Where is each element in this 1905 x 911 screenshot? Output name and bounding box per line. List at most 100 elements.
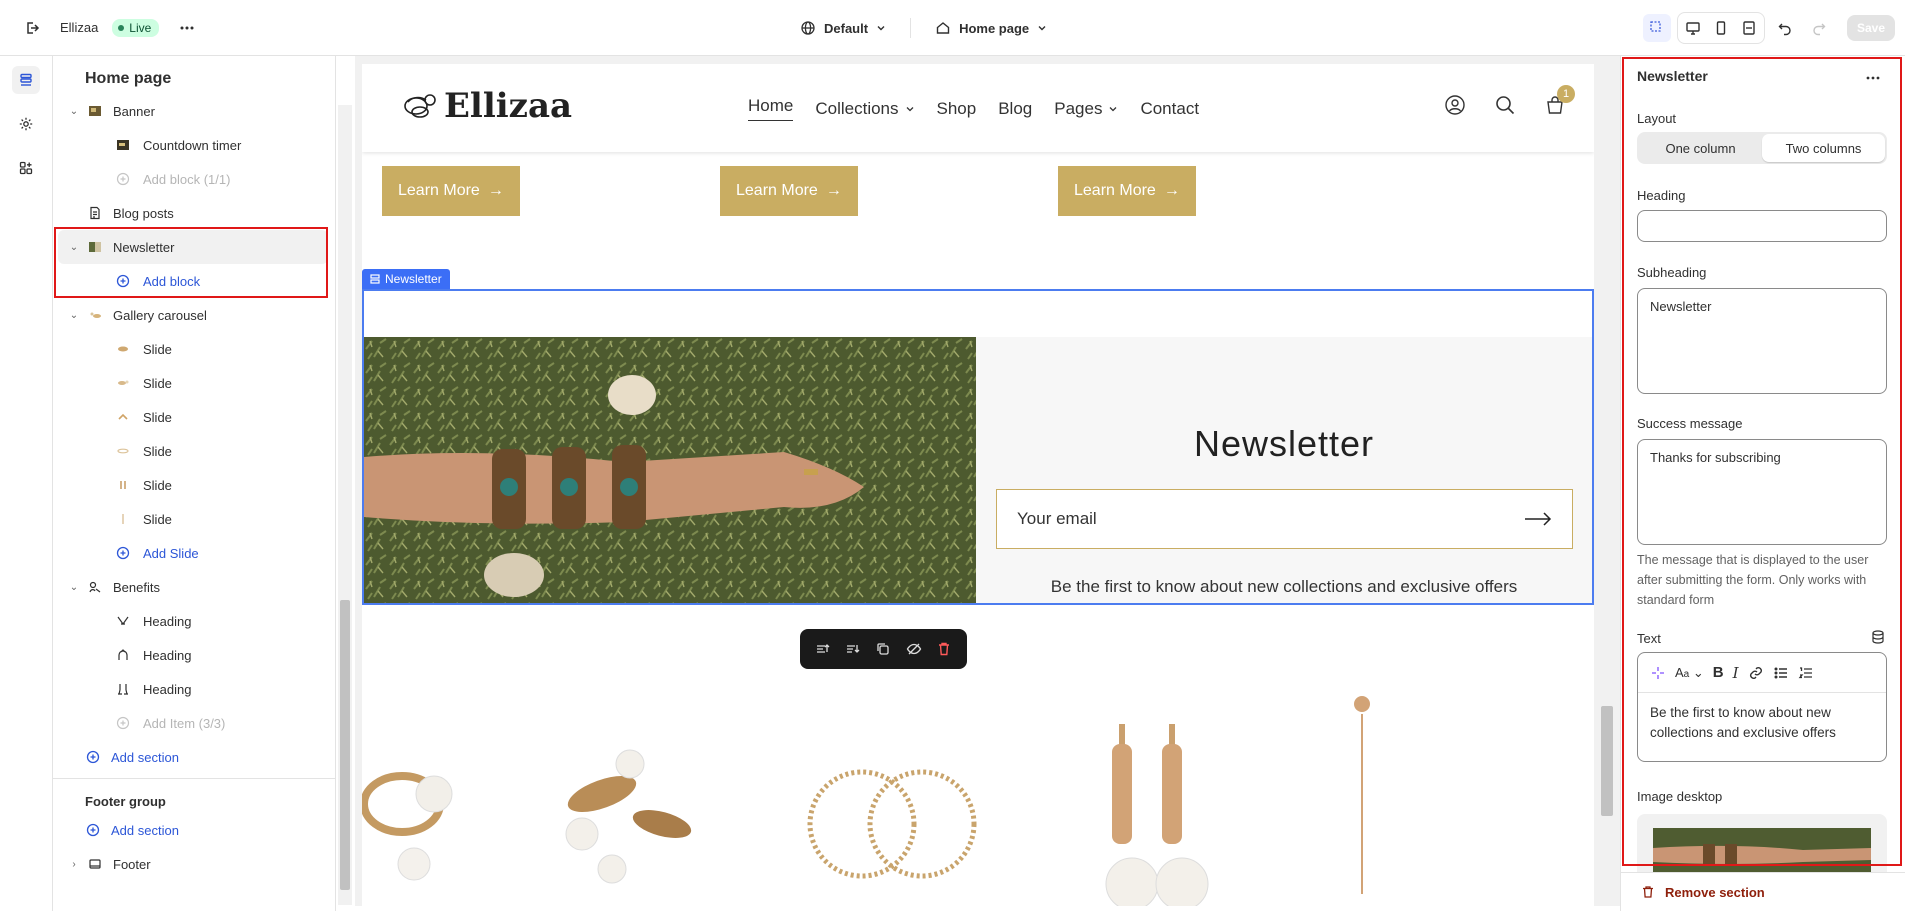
image-desktop-preview[interactable] bbox=[1637, 814, 1887, 874]
text-editor-content[interactable]: Be the first to know about new collectio… bbox=[1638, 693, 1886, 753]
ai-sparkle-icon[interactable] bbox=[1650, 665, 1666, 681]
chevron-right-icon[interactable]: › bbox=[67, 859, 81, 870]
sidebar-item-countdown-timer[interactable]: Countdown timer bbox=[53, 128, 335, 162]
footer-icon bbox=[87, 856, 103, 872]
account-icon[interactable] bbox=[1444, 94, 1466, 116]
link-icon[interactable] bbox=[1748, 665, 1764, 681]
sidebar-item-benefits[interactable]: ⌄ Benefits bbox=[53, 570, 335, 604]
newsletter-content: Newsletter Your email Be the first to kn… bbox=[976, 337, 1592, 603]
sidebar-item-footer[interactable]: › Footer bbox=[53, 847, 335, 881]
success-message-textarea[interactable]: Thanks for subscribing bbox=[1637, 439, 1887, 545]
exit-icon[interactable] bbox=[18, 14, 46, 42]
move-down-icon[interactable] bbox=[845, 641, 861, 657]
canvas-scroll-thumb[interactable] bbox=[1601, 706, 1613, 816]
home-icon bbox=[936, 22, 950, 34]
sidebar-item-label: Banner bbox=[113, 103, 155, 119]
sidebar-item-newsletter[interactable]: ⌄ Newsletter bbox=[58, 230, 328, 264]
redo-icon[interactable] bbox=[1805, 14, 1833, 42]
sidebar-item-slide[interactable]: Slide bbox=[53, 366, 335, 400]
inspector-select-icon[interactable] bbox=[1642, 14, 1671, 42]
delete-icon[interactable] bbox=[936, 641, 952, 657]
save-button[interactable]: Save bbox=[1846, 15, 1895, 41]
sidebar-item-gallery-carousel[interactable]: ⌄ Gallery carousel bbox=[53, 298, 335, 332]
chevron-down-icon[interactable]: ⌄ bbox=[67, 242, 81, 253]
more-options-icon[interactable] bbox=[1859, 64, 1887, 92]
sidebar-item-slide[interactable]: Slide bbox=[53, 332, 335, 366]
dynamic-source-icon[interactable] bbox=[1871, 630, 1885, 644]
text-format-icon[interactable]: Aa ⌄ bbox=[1675, 665, 1704, 681]
nav-label: Contact bbox=[1140, 98, 1200, 118]
email-input[interactable]: Your email bbox=[996, 489, 1573, 549]
learn-more-button-3[interactable]: Learn More → bbox=[1058, 166, 1196, 216]
section-tag[interactable]: Newsletter bbox=[362, 269, 450, 289]
store-logo[interactable]: Ellizaa bbox=[402, 86, 572, 126]
chevron-down-icon bbox=[906, 106, 913, 111]
chevron-down-icon[interactable]: ⌄ bbox=[67, 310, 81, 321]
slide-thumbnail-icon bbox=[115, 341, 131, 357]
apps-icon[interactable] bbox=[12, 154, 40, 182]
nav-pages[interactable]: Pages bbox=[1054, 96, 1118, 121]
nav-label: Home bbox=[748, 96, 794, 115]
duplicate-icon[interactable] bbox=[875, 641, 891, 657]
more-actions-icon[interactable] bbox=[173, 14, 201, 42]
add-slide-button[interactable]: Add Slide bbox=[53, 536, 335, 570]
chevron-down-icon[interactable]: ⌄ bbox=[67, 582, 81, 593]
layout-option-two-columns[interactable]: Two columns bbox=[1762, 134, 1885, 162]
chevron-down-icon[interactable]: ⌄ bbox=[67, 106, 81, 117]
bullet-list-icon[interactable] bbox=[1773, 665, 1789, 681]
sidebar-scroll-thumb[interactable] bbox=[340, 600, 350, 890]
nav-label: Shop bbox=[936, 98, 977, 118]
footer-add-section-button[interactable]: Add section bbox=[53, 813, 335, 847]
add-section-button[interactable]: Add section bbox=[53, 740, 335, 774]
email-placeholder: Your email bbox=[1017, 509, 1097, 528]
nav-shop[interactable]: Shop bbox=[937, 96, 977, 121]
subheading-textarea[interactable]: Newsletter bbox=[1637, 288, 1887, 394]
italic-icon[interactable]: I bbox=[1733, 664, 1739, 682]
learn-more-label: Learn More bbox=[398, 182, 480, 199]
remove-section-button[interactable]: Remove section bbox=[1621, 872, 1905, 911]
sidebar-item-label: Slide bbox=[143, 409, 172, 425]
theme-select[interactable]: Default bbox=[790, 20, 896, 36]
cart-button[interactable]: 1 bbox=[1544, 85, 1575, 119]
hide-icon[interactable] bbox=[906, 641, 922, 657]
nav-contact[interactable]: Contact bbox=[1140, 96, 1199, 121]
sidebar-item-slide[interactable]: Slide bbox=[53, 434, 335, 468]
nav-home[interactable]: Home bbox=[748, 96, 794, 121]
bold-icon[interactable]: B bbox=[1713, 664, 1724, 681]
mobile-icon[interactable] bbox=[1708, 15, 1734, 41]
learn-more-button-2[interactable]: Learn More → bbox=[720, 166, 858, 216]
sidebar-item-blog-posts[interactable]: Blog posts bbox=[53, 196, 335, 230]
sidebar-item-banner[interactable]: ⌄ Banner bbox=[53, 94, 335, 128]
canvas-scrollbar[interactable] bbox=[1596, 56, 1620, 906]
sidebar-item-label: Slide bbox=[143, 477, 172, 493]
sidebar-item-heading[interactable]: Heading bbox=[53, 672, 335, 706]
nav-collections[interactable]: Collections bbox=[815, 96, 914, 121]
page-select[interactable]: Home page bbox=[925, 20, 1057, 36]
sidebar-item-heading[interactable]: Heading bbox=[53, 638, 335, 672]
footer-group-label: Footer group bbox=[85, 793, 166, 809]
section-settings-panel: Newsletter Layout One column Two columns… bbox=[1620, 56, 1905, 911]
undo-icon[interactable] bbox=[1771, 14, 1799, 42]
text-label: Text bbox=[1637, 631, 1661, 646]
sidebar-item-slide[interactable]: Slide bbox=[53, 502, 335, 536]
search-icon[interactable] bbox=[1494, 94, 1516, 116]
sidebar-item-label: Countdown timer bbox=[143, 137, 242, 153]
sidebar-item-heading[interactable]: Heading bbox=[53, 604, 335, 638]
learn-more-button-1[interactable]: Learn More → bbox=[382, 166, 520, 216]
layout-option-one-column[interactable]: One column bbox=[1639, 134, 1762, 162]
trash-icon bbox=[1643, 886, 1653, 898]
add-block-button[interactable]: Add block bbox=[53, 264, 335, 298]
settings-icon[interactable] bbox=[12, 110, 40, 138]
nav-blog[interactable]: Blog bbox=[998, 96, 1032, 121]
heading-input[interactable] bbox=[1637, 210, 1887, 242]
arrow-right-icon[interactable] bbox=[1524, 512, 1552, 526]
fullscreen-icon[interactable] bbox=[1736, 15, 1762, 41]
move-up-icon[interactable] bbox=[815, 641, 831, 657]
storefront-preview: Ellizaa Home Collections Shop Blog Pages… bbox=[362, 64, 1594, 906]
desktop-icon[interactable] bbox=[1680, 15, 1706, 41]
device-switcher bbox=[1676, 12, 1765, 44]
sections-icon[interactable] bbox=[12, 66, 40, 94]
numbered-list-icon[interactable] bbox=[1798, 665, 1814, 681]
sidebar-item-slide[interactable]: Slide bbox=[53, 468, 335, 502]
sidebar-item-slide[interactable]: Slide bbox=[53, 400, 335, 434]
